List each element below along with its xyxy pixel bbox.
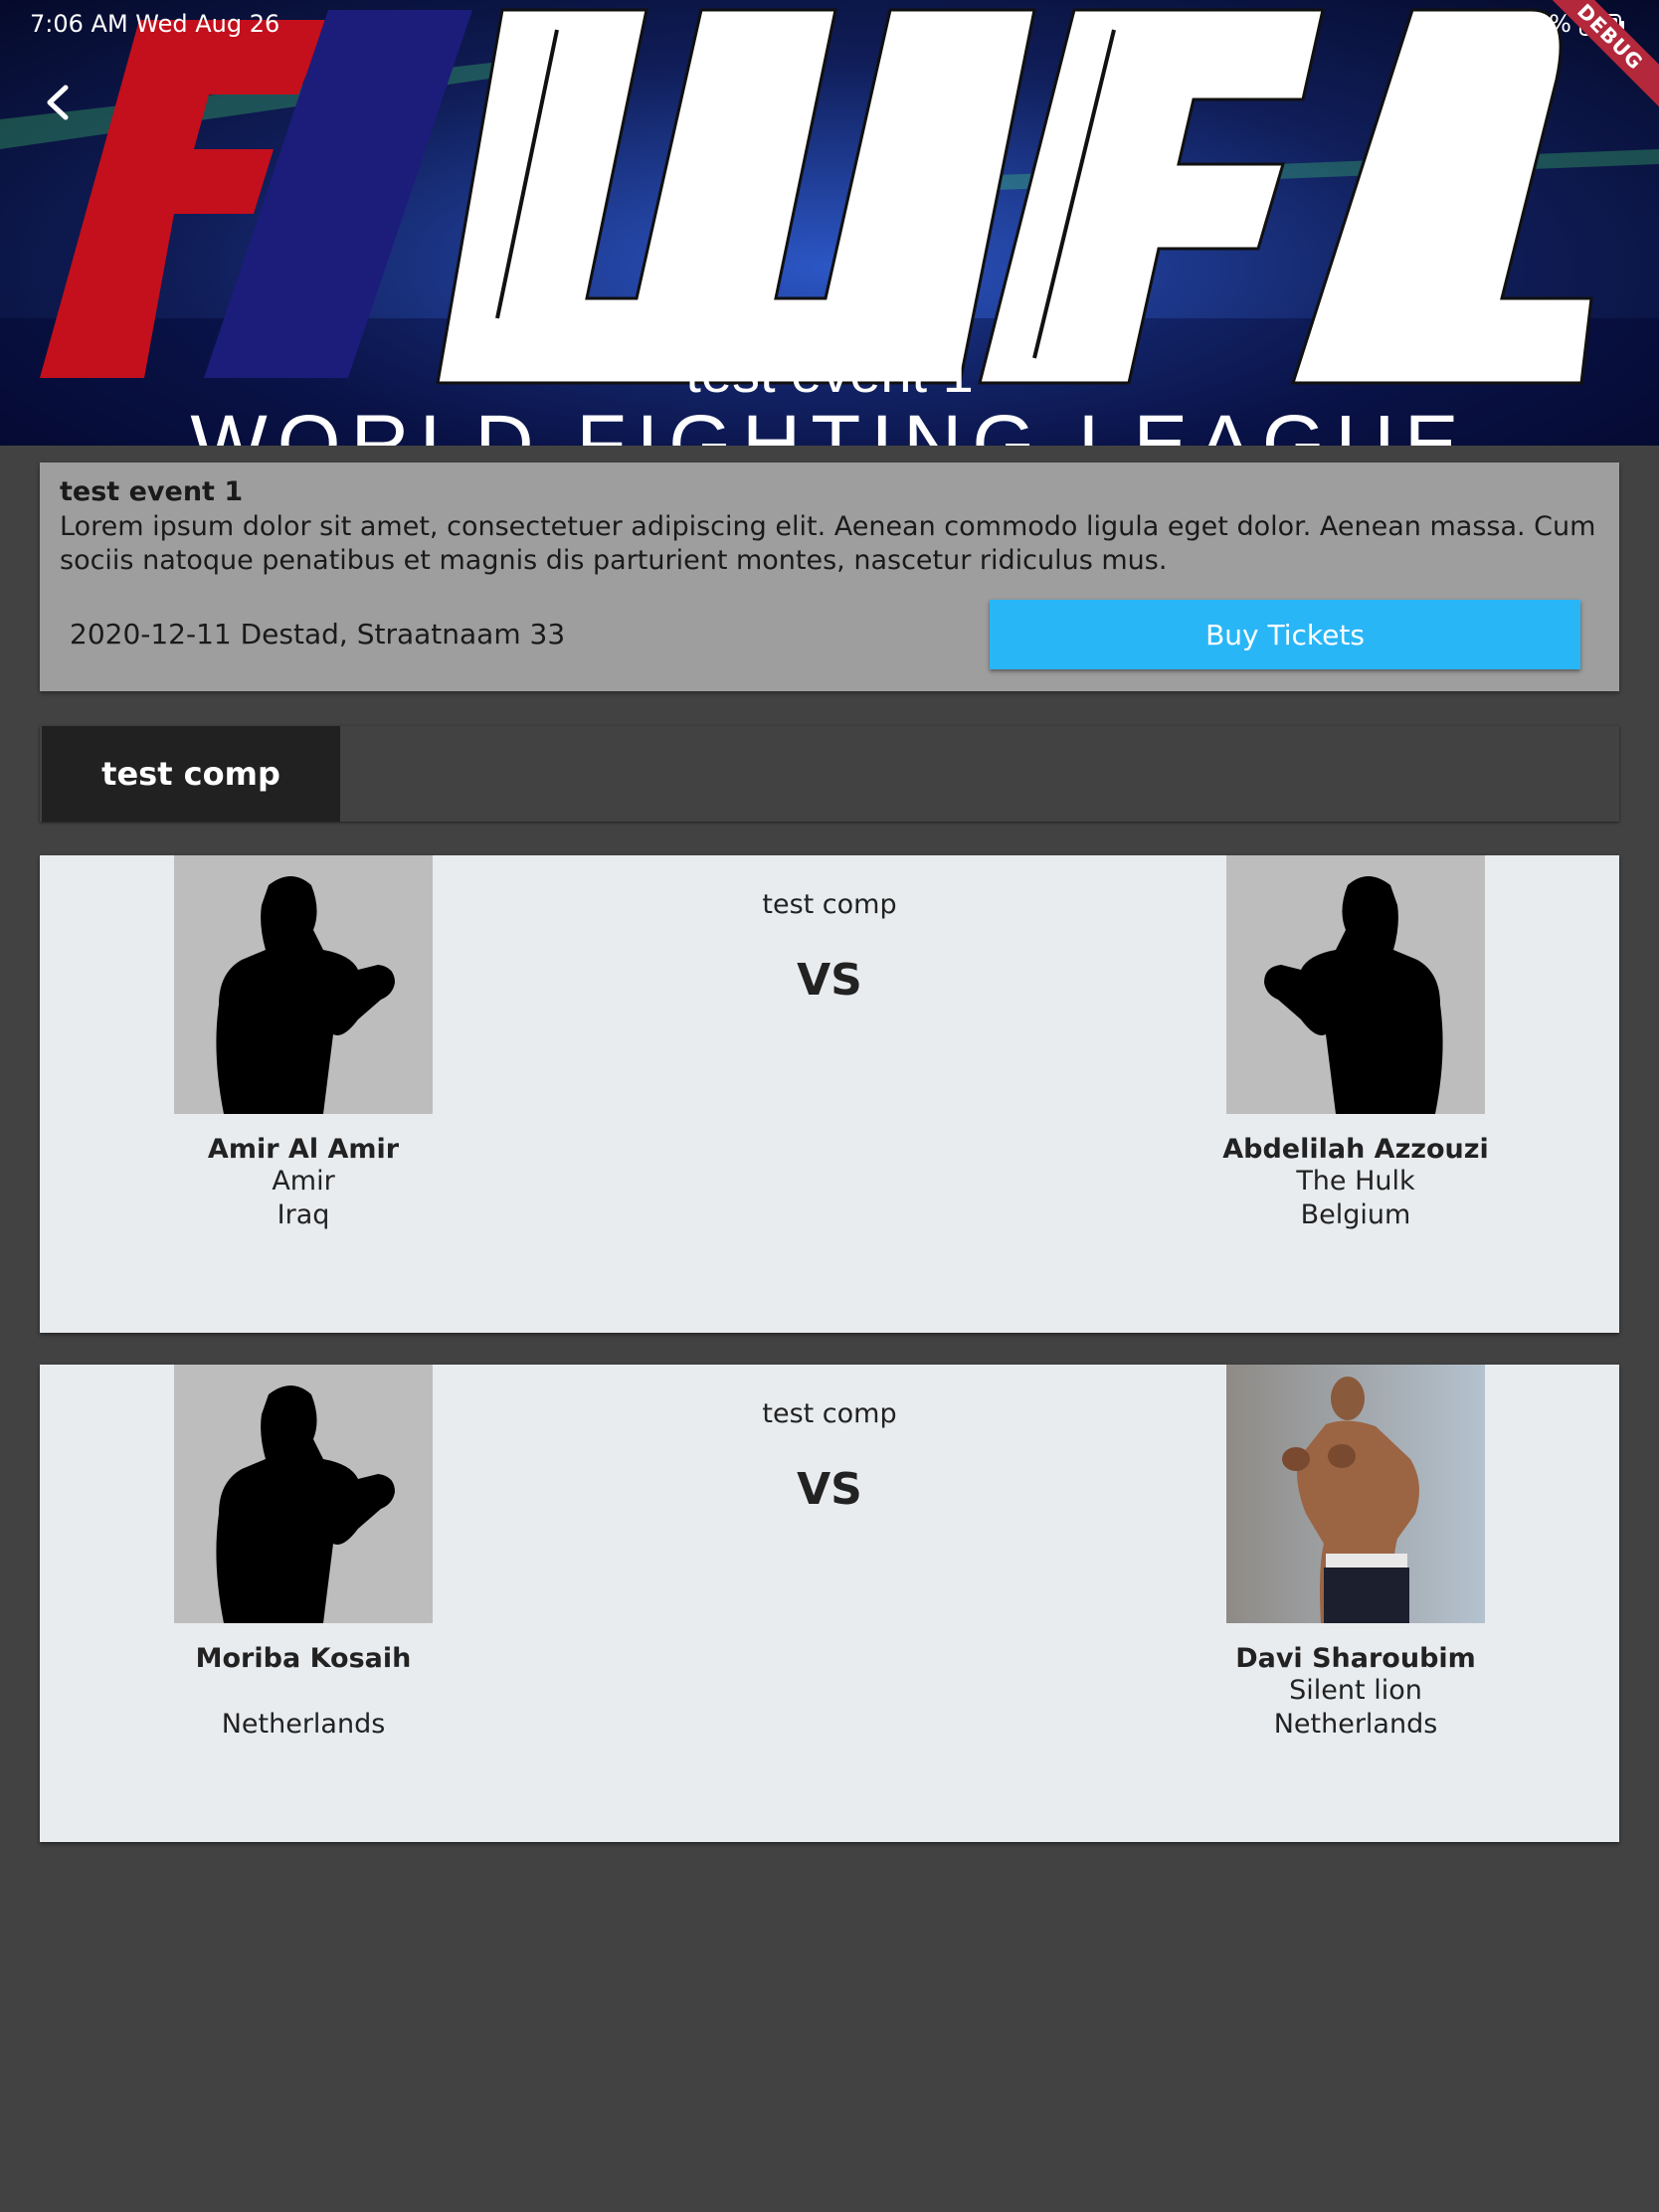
fighter-nickname: Silent lion xyxy=(1289,1675,1422,1706)
event-description: Lorem ipsum dolor sit amet, consectetuer… xyxy=(60,511,1596,576)
fighter-silhouette-icon xyxy=(1226,855,1485,1114)
fighter-name: Moriba Kosaih xyxy=(195,1643,412,1674)
fighter-country: Netherlands xyxy=(1273,1709,1438,1740)
fighter-nickname: Amir xyxy=(272,1166,335,1197)
event-title: test event 1 xyxy=(60,476,244,507)
competition-tabs: test comp xyxy=(40,726,1619,822)
fighter-name: Davi Sharoubim xyxy=(1235,1643,1476,1674)
fighter-right[interactable]: Abdelilah Azzouzi The Hulk Belgium xyxy=(1222,855,1489,1232)
banner-event-title: test event 1 xyxy=(685,341,974,404)
fighter-photo xyxy=(1226,1365,1485,1623)
event-banner: 7:06 AM Wed Aug 26 100% WORLD FIGHTING L… xyxy=(0,0,1659,446)
fighter-nickname: The Hulk xyxy=(1296,1166,1415,1197)
fight-card[interactable]: Amir Al Amir Amir Iraq test comp VS Abde… xyxy=(40,855,1619,1333)
fighter-name: Abdelilah Azzouzi xyxy=(1222,1134,1489,1165)
fighter-country: Belgium xyxy=(1300,1199,1411,1230)
tab-test-comp[interactable]: test comp xyxy=(42,726,340,822)
back-button[interactable] xyxy=(36,80,82,125)
buy-tickets-button[interactable]: Buy Tickets xyxy=(990,600,1580,669)
event-info-card: test event 1 Lorem ipsum dolor sit amet,… xyxy=(40,462,1619,691)
fighter-country: Netherlands xyxy=(221,1709,386,1740)
fighter-name: Amir Al Amir xyxy=(207,1134,400,1165)
status-battery: 100% xyxy=(1503,10,1571,38)
league-name: WORLD FIGHTING LEAGUE xyxy=(190,399,1469,446)
fight-card[interactable]: Moriba Kosaih Netherlands test comp VS D… xyxy=(40,1365,1619,1842)
fighter-nickname xyxy=(114,1674,492,1708)
fighter-right[interactable]: Davi Sharoubim Silent lion Netherlands xyxy=(1226,1365,1485,1742)
event-date-location: 2020-12-11 Destad, Straatnaam 33 xyxy=(70,618,566,650)
status-time: 7:06 AM Wed Aug 26 xyxy=(30,10,280,38)
fighter-country: Iraq xyxy=(276,1199,330,1230)
